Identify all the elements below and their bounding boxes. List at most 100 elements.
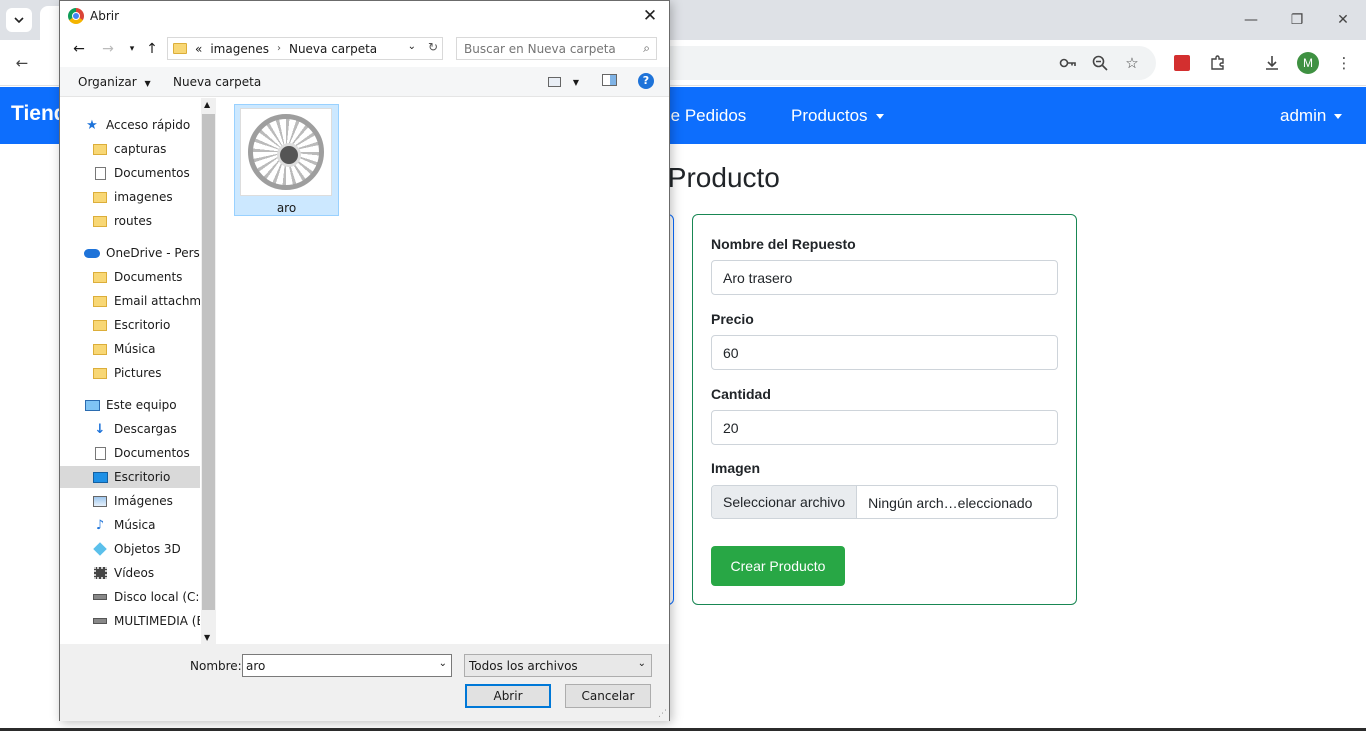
minimize-icon[interactable]: — bbox=[1228, 0, 1274, 40]
folder-icon bbox=[92, 190, 108, 204]
profile-avatar[interactable]: M bbox=[1296, 51, 1320, 75]
help-icon[interactable]: ? bbox=[638, 73, 654, 89]
chevron-down-icon[interactable]: ⌄ bbox=[439, 658, 447, 669]
nav-tree-item[interactable]: Disco local (C:) bbox=[60, 586, 200, 608]
up-folder-icon[interactable]: ↑ bbox=[142, 39, 162, 59]
folder-icon bbox=[92, 270, 108, 284]
chrome-icon bbox=[68, 8, 84, 24]
scroll-down-icon[interactable]: ▼ bbox=[204, 633, 210, 642]
nav-tree-item[interactable]: routes bbox=[60, 210, 200, 232]
caret-down-icon bbox=[1334, 114, 1343, 120]
chevron-down-icon: ▼ bbox=[144, 79, 151, 88]
address-segment[interactable]: imagenes bbox=[210, 42, 269, 56]
back-icon[interactable]: ← bbox=[10, 51, 34, 75]
resize-grip-icon[interactable]: ⋰ bbox=[658, 709, 667, 719]
new-folder-button[interactable]: Nueva carpeta bbox=[173, 75, 261, 89]
caret-down-icon bbox=[875, 114, 884, 120]
menu-icon[interactable]: ⋮ bbox=[1332, 51, 1356, 75]
scrollbar-thumb[interactable] bbox=[202, 114, 215, 610]
key-icon[interactable] bbox=[1056, 51, 1080, 75]
filename-combo[interactable]: ⌄ bbox=[242, 654, 452, 677]
star-icon[interactable]: ☆ bbox=[1120, 51, 1144, 75]
select-file-button[interactable]: Seleccionar archivo bbox=[712, 486, 858, 518]
nav-tree-item[interactable]: Escritorio bbox=[60, 314, 200, 336]
price-label: Precio bbox=[711, 311, 754, 327]
forward-icon[interactable]: → bbox=[98, 39, 118, 59]
scroll-up-icon[interactable]: ▲ bbox=[204, 100, 210, 109]
name-input[interactable] bbox=[711, 260, 1058, 295]
close-window-icon[interactable]: ✕ bbox=[1320, 0, 1366, 40]
nav-tree-item[interactable]: Documentos bbox=[60, 442, 200, 464]
nav-tree-label: Este equipo bbox=[106, 398, 177, 412]
chevron-down-icon[interactable]: ⌄ bbox=[408, 41, 416, 52]
chevron-right-icon[interactable]: › bbox=[277, 43, 281, 54]
image-label: Imagen bbox=[711, 460, 761, 476]
nav-tree-item[interactable]: Este equipo bbox=[60, 394, 200, 416]
puzzle-icon[interactable] bbox=[1206, 51, 1230, 75]
nav-tree-label: Música bbox=[114, 518, 156, 532]
download-icon[interactable] bbox=[1260, 51, 1284, 75]
address-bar[interactable]: « imagenes › Nueva carpeta ⌄ ↻ bbox=[167, 37, 443, 60]
open-button[interactable]: Abrir bbox=[465, 684, 551, 708]
organize-menu[interactable]: Organizar ▼ bbox=[78, 75, 151, 89]
search-icon: ⌕ bbox=[643, 41, 650, 55]
nav-tree-item[interactable]: ♪ Música bbox=[60, 514, 200, 536]
zoom-out-icon[interactable] bbox=[1088, 51, 1112, 75]
download-icon: ↓ bbox=[94, 421, 106, 437]
address-overflow[interactable]: « bbox=[195, 42, 202, 56]
nav-tree-item[interactable]: Imágenes bbox=[60, 490, 200, 512]
navigation-pane: ★ Acceso rápido capturas Documentos imagenes… bbox=[60, 98, 216, 644]
nav-link-productos[interactable]: Productos bbox=[791, 106, 884, 126]
filename-input[interactable] bbox=[243, 658, 423, 673]
address-segment[interactable]: Nueva carpeta bbox=[289, 42, 377, 56]
nav-tree-item[interactable]: capturas bbox=[60, 138, 200, 160]
image-icon bbox=[92, 494, 108, 508]
cancel-button[interactable]: Cancelar bbox=[565, 684, 651, 708]
file-item[interactable]: aro bbox=[234, 104, 339, 216]
search-box[interactable]: ⌕ bbox=[456, 37, 657, 60]
file-status: Ningún arch…eleccionado bbox=[868, 495, 1033, 511]
nav-tree-label: Documentos bbox=[114, 446, 190, 460]
video-icon bbox=[92, 566, 108, 580]
create-product-button[interactable]: Crear Producto bbox=[711, 546, 845, 586]
drive-icon bbox=[92, 590, 108, 604]
nav-tree-item[interactable]: imagenes bbox=[60, 186, 200, 208]
organize-label: Organizar bbox=[78, 75, 137, 89]
nav-tree-label: routes bbox=[114, 214, 152, 228]
extension-red-icon[interactable] bbox=[1170, 51, 1194, 75]
filetype-select[interactable]: Todos los archivos ⌄ bbox=[464, 654, 652, 677]
command-bar: Organizar ▼ Nueva carpeta ▼ ? bbox=[60, 67, 669, 97]
nav-tree-item[interactable]: ↓ Descargas bbox=[60, 418, 200, 440]
nav-tree-item[interactable]: OneDrive - Personal bbox=[60, 242, 200, 264]
tab-list-icon[interactable] bbox=[6, 8, 32, 32]
nav-tree-item[interactable]: Documentos bbox=[60, 162, 200, 184]
nav-tree-item[interactable]: ★ Acceso rápido bbox=[60, 114, 200, 136]
recent-locations-icon[interactable]: ▾ bbox=[122, 39, 142, 59]
quantity-input[interactable] bbox=[711, 410, 1058, 445]
back-icon[interactable]: ← bbox=[69, 39, 89, 59]
nav-tree-label: capturas bbox=[114, 142, 167, 156]
preview-pane-icon[interactable] bbox=[602, 74, 617, 89]
window-controls: — ❐ ✕ bbox=[1228, 0, 1366, 40]
nav-tree-item[interactable]: Pictures bbox=[60, 362, 200, 384]
price-input[interactable] bbox=[711, 335, 1058, 370]
dialog-close-icon[interactable]: ✕ bbox=[637, 3, 663, 29]
nav-tree-item[interactable]: Música bbox=[60, 338, 200, 360]
nav-tree-item[interactable]: Documents bbox=[60, 266, 200, 288]
nav-tree-label: Vídeos bbox=[114, 566, 155, 580]
nav-tree-item[interactable]: MULTIMEDIA (E:) bbox=[60, 610, 200, 632]
user-menu[interactable]: admin bbox=[1280, 106, 1343, 126]
nav-tree-item[interactable]: Vídeos bbox=[60, 562, 200, 584]
restore-icon[interactable]: ❐ bbox=[1274, 0, 1320, 40]
nav-tree-item[interactable]: Objetos 3D bbox=[60, 538, 200, 560]
navigation-scrollbar[interactable]: ▲ ▼ bbox=[201, 98, 216, 644]
nav-tree-label: OneDrive - Personal bbox=[106, 246, 200, 260]
wheel-thumbnail bbox=[240, 108, 332, 196]
search-input[interactable] bbox=[464, 41, 629, 56]
image-file-input[interactable]: Seleccionar archivo Ningún arch…eleccion… bbox=[711, 485, 1058, 519]
nav-tree-item[interactable]: Email attachments bbox=[60, 290, 200, 312]
view-options-icon[interactable]: ▼ bbox=[548, 74, 579, 88]
desktop-icon bbox=[92, 470, 108, 484]
refresh-icon[interactable]: ↻ bbox=[428, 40, 438, 54]
nav-tree-item[interactable]: Escritorio bbox=[60, 466, 200, 488]
